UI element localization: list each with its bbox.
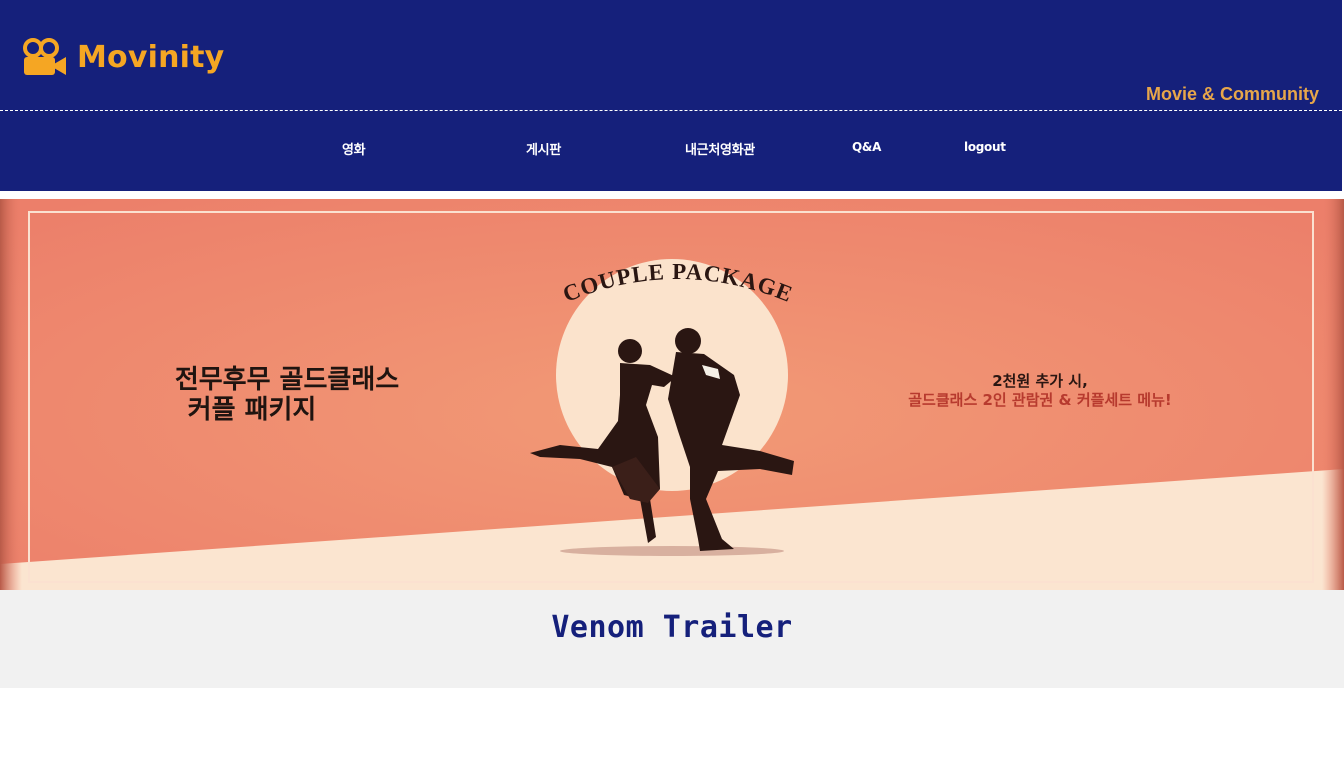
nav-item-movie[interactable]: 영화 (342, 139, 366, 158)
logo-text: Movinity (77, 39, 225, 75)
trailer-section: Venom Trailer (0, 590, 1344, 688)
site-logo[interactable]: Movinity (23, 38, 224, 76)
tagline: Movie & Community (1145, 84, 1319, 104)
headline-line2: 커플 패키지 (188, 395, 317, 425)
site-header: Movinity Movie & Community 영화 게시판 내근처영화관… (0, 0, 1342, 191)
nav-item-logout[interactable]: logout (964, 140, 1006, 154)
section-title: Venom Trailer (551, 610, 793, 645)
nav-item-board[interactable]: 게시판 (526, 139, 561, 158)
nav-item-nearby-theater[interactable]: 내근처영화관 (685, 139, 755, 158)
offer-line2: 골드클래스 2인 관람권 & 커플세트 메뉴! (908, 391, 1171, 409)
offer-line1: 2천원 추가 시, (992, 372, 1088, 390)
couple-package-banner[interactable]: COUPLE PACKAGE 전무후무 골드클래스 커플 패키지 2천원 추가 … (0, 199, 1344, 590)
nav-item-qna[interactable]: Q&A (852, 140, 881, 154)
header-divider (0, 110, 1342, 111)
headline-line1: 전무후무 골드클래스 (175, 365, 399, 395)
movie-camera-icon (23, 38, 67, 76)
